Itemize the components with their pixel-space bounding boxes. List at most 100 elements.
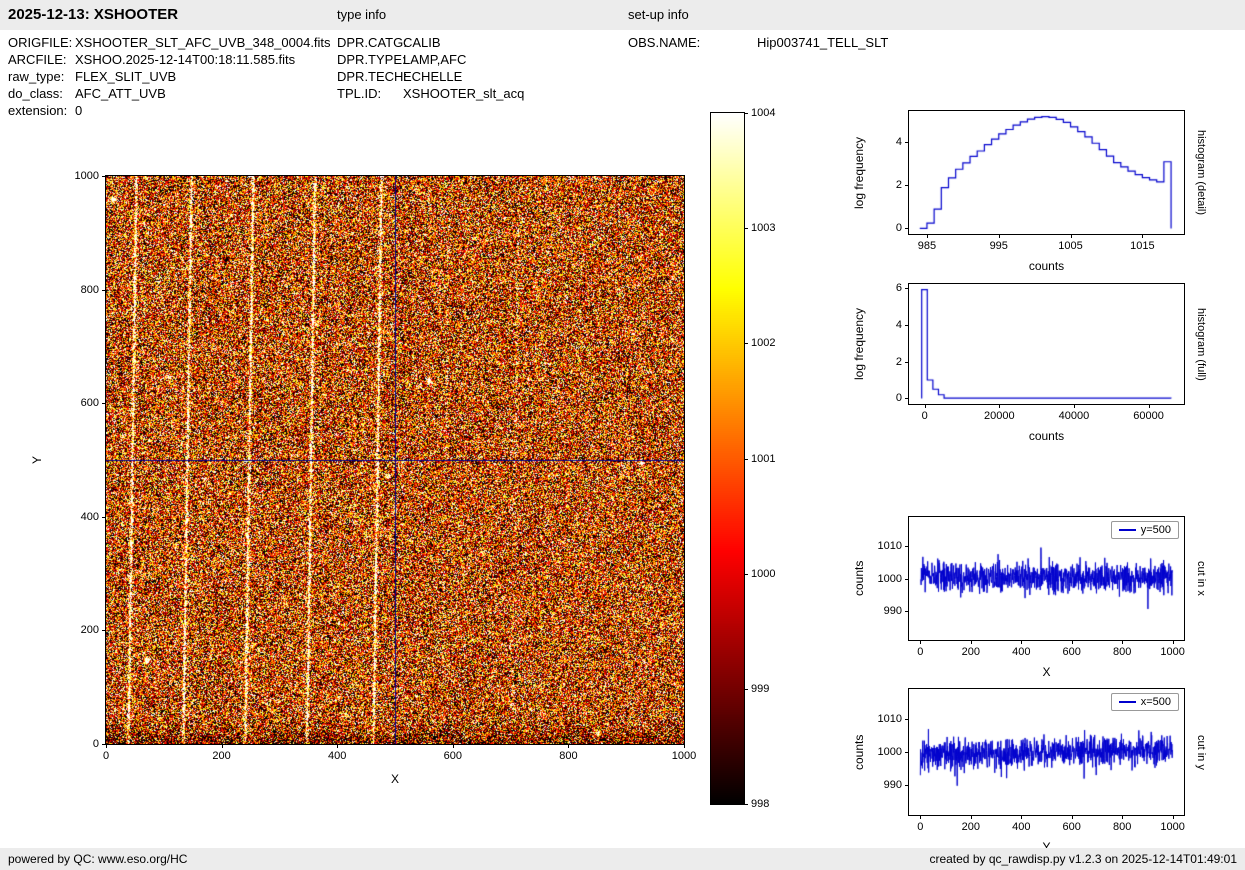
- histogram-full-xlabel: counts: [908, 429, 1185, 443]
- page-title: 2025-12-13: XSHOOTER: [8, 0, 178, 30]
- setup-info-heading: set-up info: [628, 0, 689, 30]
- raw-type-row: raw_type:FLEX_SLIT_UVB: [8, 69, 176, 85]
- arcfile-label: ARCFILE:: [8, 52, 75, 68]
- x-tick-mark: [222, 744, 223, 748]
- y-tick-label: 4: [896, 136, 902, 148]
- x-tick-mark: [1173, 640, 1174, 644]
- x-tick-mark: [1072, 815, 1073, 819]
- do-class-row: do_class:AFC_ATT_UVB: [8, 86, 166, 102]
- obs-name-row: OBS.NAME:Hip003741_TELL_SLT: [628, 35, 888, 51]
- do-class-label: do_class:: [8, 86, 75, 102]
- colorbar-tick-label: 1003: [751, 222, 775, 234]
- y-tick-mark: [102, 403, 106, 404]
- x-tick-mark: [684, 744, 685, 748]
- origfile-label: ORIGFILE:: [8, 35, 75, 51]
- x-tick-mark: [1122, 815, 1123, 819]
- y-tick-mark: [102, 517, 106, 518]
- colorbar-tick-mark: [744, 113, 748, 114]
- x-tick-mark: [1142, 234, 1143, 238]
- x-tick-mark: [1122, 640, 1123, 644]
- raw-type-value: FLEX_SLIT_UVB: [75, 69, 176, 84]
- colorbar-tick-mark: [744, 689, 748, 690]
- x-tick-mark: [337, 744, 338, 748]
- colorbar-tick-label: 1000: [751, 568, 775, 580]
- x-tick-label: 995: [959, 240, 1039, 252]
- y-tick-mark: [905, 752, 909, 753]
- colorbar-canvas: [711, 113, 744, 804]
- y-tick-mark: [905, 325, 909, 326]
- colorbar-tick-mark: [744, 459, 748, 460]
- footer-left-text: powered by QC: www.eso.org/HC: [8, 848, 187, 870]
- extension-value: 0: [75, 103, 82, 118]
- y-tick-label: 1000: [75, 170, 99, 182]
- x-tick-mark: [999, 234, 1000, 238]
- raw-image-ylabel: Y: [30, 175, 46, 745]
- raw-type-label: raw_type:: [8, 69, 75, 85]
- arcfile-row: ARCFILE:XSHOO.2025-12-14T00:18:11.585.fi…: [8, 52, 295, 68]
- x-tick-mark: [925, 404, 926, 408]
- x-tick-label: 400: [297, 750, 377, 762]
- y-tick-label: 200: [81, 624, 99, 636]
- x-tick-label: 40000: [1034, 410, 1114, 422]
- histogram-detail-canvas: [909, 111, 1184, 234]
- histogram-detail-ylabel: log frequency: [852, 110, 868, 235]
- y-tick-label: 4: [896, 319, 902, 331]
- obs-name-label: OBS.NAME:: [628, 35, 757, 51]
- x-tick-label: 60000: [1109, 410, 1189, 422]
- x-tick-mark: [106, 744, 107, 748]
- x-tick-label: 600: [413, 750, 493, 762]
- tpl-id-value: XSHOOTER_slt_acq: [403, 86, 524, 101]
- dpr-type-label: DPR.TYPE:: [337, 52, 403, 68]
- x-tick-label: 985: [887, 240, 967, 252]
- x-tick-mark: [999, 404, 1000, 408]
- x-tick-label: 200: [182, 750, 262, 762]
- dpr-type-value: LAMP,AFC: [403, 52, 466, 67]
- colorbar-tick-label: 999: [751, 683, 769, 695]
- y-tick-mark: [102, 744, 106, 745]
- y-tick-mark: [905, 579, 909, 580]
- dpr-catg-label: DPR.CATG:: [337, 35, 403, 51]
- dpr-catg-row: DPR.CATG:CALIB: [337, 35, 441, 51]
- origfile-row: ORIGFILE:XSHOOTER_SLT_AFC_UVB_348_0004.f…: [8, 35, 331, 51]
- y-tick-label: 600: [81, 397, 99, 409]
- qc-report-page: 2025-12-13: XSHOOTER type info set-up in…: [0, 0, 1245, 870]
- x-tick-mark: [1149, 404, 1150, 408]
- dpr-tech-value: ECHELLE: [403, 69, 462, 84]
- y-tick-mark: [905, 142, 909, 143]
- y-tick-mark: [905, 719, 909, 720]
- y-tick-label: 0: [896, 222, 902, 234]
- y-tick-label: 1010: [878, 713, 902, 725]
- cut-in-y-legend: x=500: [1111, 693, 1179, 711]
- cut-in-x-xlabel: X: [908, 665, 1185, 679]
- y-tick-label: 0: [93, 738, 99, 750]
- y-tick-label: 990: [884, 779, 902, 791]
- y-tick-mark: [905, 228, 909, 229]
- colorbar-tick-mark: [744, 343, 748, 344]
- y-tick-mark: [905, 546, 909, 547]
- x-tick-mark: [971, 640, 972, 644]
- do-class-value: AFC_ATT_UVB: [75, 86, 166, 101]
- cut-in-y-legend-label: x=500: [1141, 696, 1171, 708]
- x-tick-mark: [453, 744, 454, 748]
- cut-in-x-side-label: cut in x: [1191, 516, 1207, 641]
- tpl-id-label: TPL.ID:: [337, 86, 403, 102]
- y-tick-label: 6: [896, 282, 902, 294]
- x-tick-label: 1015: [1102, 240, 1182, 252]
- y-tick-label: 1000: [878, 573, 902, 585]
- origfile-value: XSHOOTER_SLT_AFC_UVB_348_0004.fits: [75, 35, 331, 50]
- colorbar-tick-label: 1001: [751, 453, 775, 465]
- cut-in-y-plot: x=500 0200400600800100099010001010: [908, 688, 1185, 816]
- y-tick-mark: [102, 176, 106, 177]
- y-tick-label: 2: [896, 179, 902, 191]
- arcfile-value: XSHOO.2025-12-14T00:18:11.585.fits: [75, 52, 295, 67]
- x-tick-label: 800: [528, 750, 608, 762]
- x-tick-mark: [1074, 404, 1075, 408]
- y-tick-mark: [102, 290, 106, 291]
- cut-in-x-legend-label: y=500: [1141, 524, 1171, 536]
- x-tick-mark: [1071, 234, 1072, 238]
- x-tick-mark: [971, 815, 972, 819]
- histogram-detail-side-label: histogram (detail): [1191, 110, 1207, 235]
- colorbar: 99899910001001100210031004: [710, 112, 745, 805]
- y-tick-label: 400: [81, 511, 99, 523]
- y-tick-label: 0: [896, 392, 902, 404]
